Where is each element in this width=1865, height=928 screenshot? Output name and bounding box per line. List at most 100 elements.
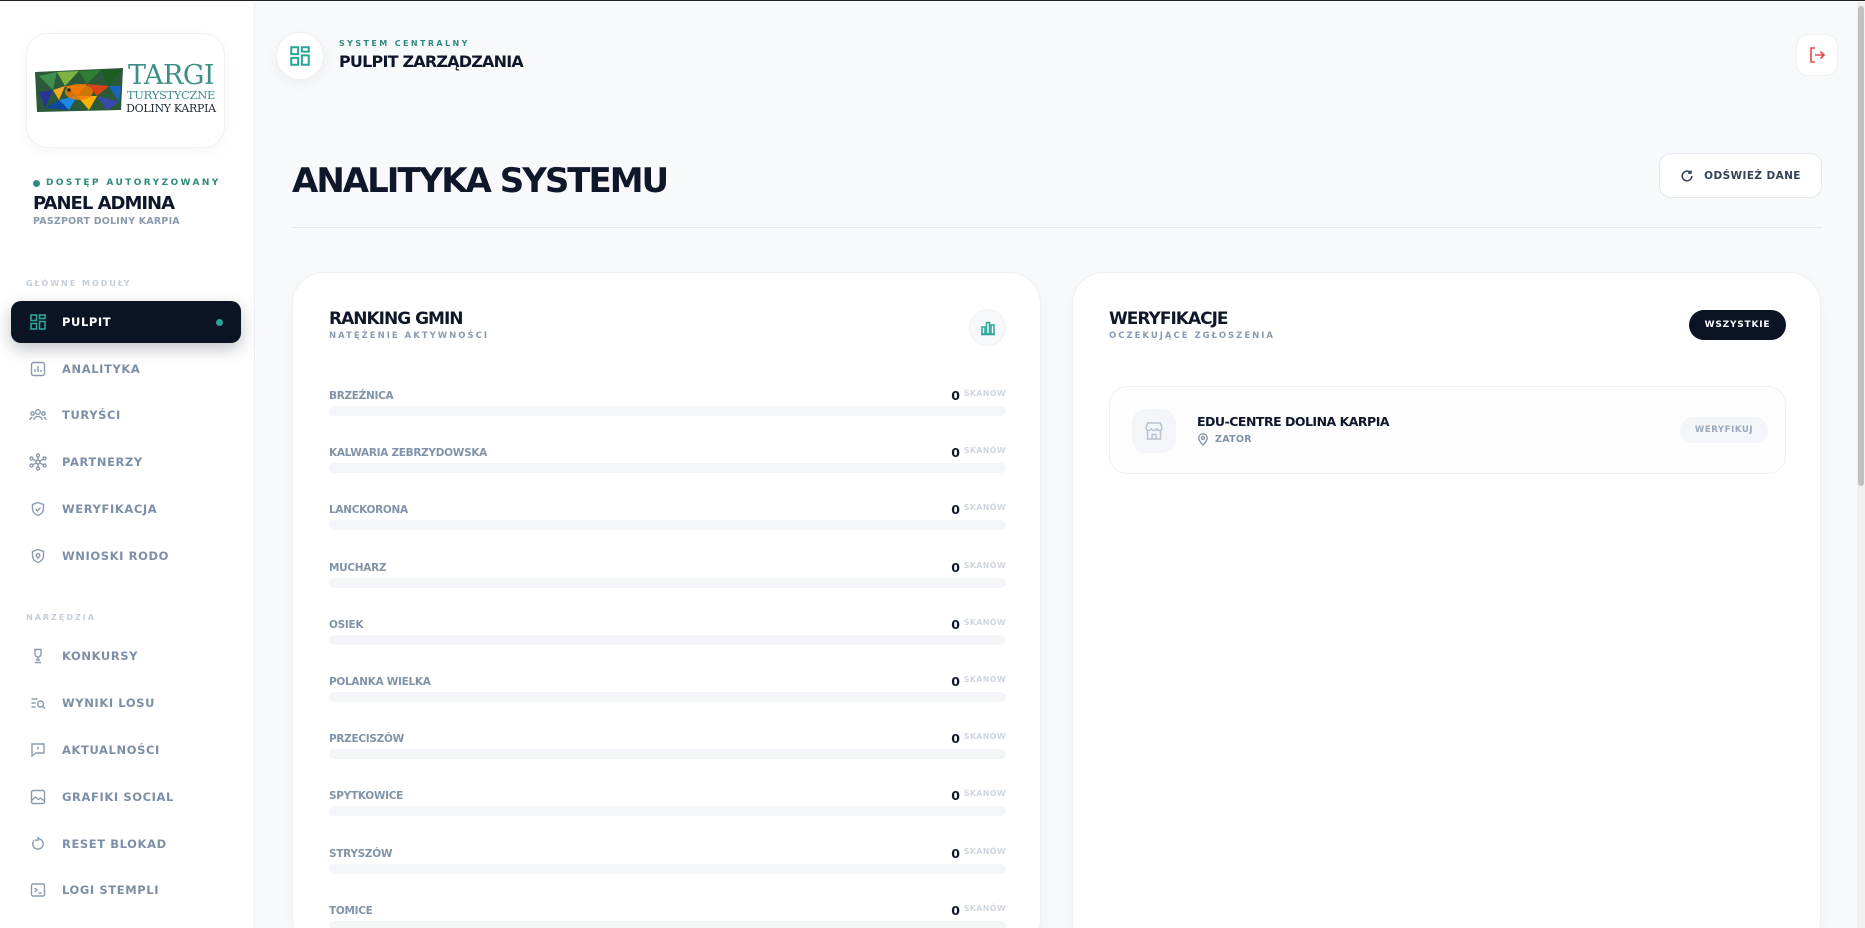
sidebar-item-label: AKTUALNOŚCI — [62, 743, 160, 757]
sidebar-item-label: WNIOSKI RODO — [62, 549, 169, 563]
sidebar-item-turysci[interactable]: TURYŚCI — [11, 394, 241, 436]
ranking-row-bar — [329, 806, 1006, 817]
ranking-row-name: PRZECISZÓW — [329, 733, 404, 746]
section-label-main: GŁÓWNE MODUŁY — [26, 279, 132, 288]
ranking-row-bar — [329, 749, 1006, 760]
sidebar-item-partnerzy[interactable]: PARTNERZY — [11, 441, 241, 483]
auth-status: DOSTĘP AUTORYZOWANY — [33, 178, 221, 188]
ranking-row: MUCHARZ 0 SKANÓW — [329, 560, 1006, 596]
all-verifications-button[interactable]: WSZYSTKIE — [1689, 310, 1786, 340]
page-scrollbar[interactable] — [1857, 2, 1865, 928]
verification-location: ZATOR — [1197, 433, 1252, 446]
ranking-row-name: POLANKA WIELKA — [329, 676, 431, 688]
ranking-subtitle: NATĘŻENIE AKTYWNOŚCI — [329, 331, 490, 341]
sidebar-item-aktualnosci[interactable]: AKTUALNOŚCI — [11, 729, 241, 771]
ranking-row-name: SPYTKOWICE — [329, 790, 403, 803]
header-supertitle: SYSTEM CENTRALNY — [339, 39, 470, 48]
verifications-subtitle: OCZEKUJĄCE ZGŁOSZENIA — [1109, 331, 1275, 341]
sidebar-item-label: PARTNERZY — [62, 455, 143, 469]
logout-button[interactable] — [1796, 34, 1838, 76]
sidebar-item-grafiki-social[interactable]: GRAFIKI SOCIAL — [11, 776, 241, 818]
sidebar-item-label: TURYŚCI — [62, 408, 121, 422]
ranking-row: TOMICE 0 SKANÓW — [329, 903, 1006, 928]
ranking-row-unit: SKANÓW — [963, 560, 1006, 570]
ranking-row-bar — [329, 463, 1006, 474]
verification-item[interactable]: EDU-CENTRE DOLINA KARPIA ZATOR WERYFIKUJ — [1109, 386, 1786, 474]
panel-title: PANEL ADMINA — [33, 193, 175, 214]
ranking-row-value: 0 — [951, 616, 960, 632]
shield-check-icon — [29, 500, 47, 518]
bar-chart-icon — [980, 321, 995, 335]
ranking-row-value: 0 — [951, 502, 960, 518]
ranking-row-value: 0 — [951, 388, 960, 403]
ranking-row-value: 0 — [951, 788, 960, 804]
ranking-row-unit: SKANÓW — [963, 389, 1006, 398]
logo-line-3: DOLINY KARPIA — [126, 101, 216, 115]
logo-line-2: TURYSTYCZNE — [126, 88, 216, 102]
ranking-row-name: TOMICE — [329, 904, 373, 917]
reset-icon — [29, 835, 47, 853]
sidebar-item-weryfikacja[interactable]: WERYFIKACJA — [11, 488, 241, 530]
verification-location-label: ZATOR — [1215, 434, 1252, 445]
image-icon — [29, 788, 47, 806]
sidebar-item-label: GRAFIKI SOCIAL — [62, 790, 174, 804]
ranking-row-bar — [329, 863, 1006, 874]
ranking-row: LANCKORONA 0 SKANÓW — [329, 502, 1006, 538]
active-indicator-icon — [216, 319, 223, 326]
header-title: PULPIT ZARZĄDZANIA — [339, 52, 524, 71]
auth-status-label: DOSTĘP AUTORYZOWANY — [46, 178, 221, 188]
ranking-row-name: KALWARIA ZEBRZYDOWSKA — [329, 447, 487, 460]
sidebar-item-pulpit[interactable]: PULPIT — [11, 301, 241, 343]
sidebar: TARGI TURYSTYCZNE DOLINY KARPIA DOSTĘP A… — [0, 2, 255, 928]
ranking-chart-button[interactable] — [969, 309, 1006, 346]
section-label-tools: NARZĘDZIA — [26, 613, 96, 622]
ranking-row-name: MUCHARZ — [329, 561, 387, 574]
refresh-data-button[interactable]: ODŚWIEŻ DANE — [1659, 153, 1822, 198]
sidebar-item-analityka[interactable]: ANALITYKA — [11, 348, 241, 390]
sidebar-item-label: ANALITYKA — [62, 362, 141, 376]
status-dot-icon — [33, 179, 40, 187]
ranking-row: KALWARIA ZEBRZYDOWSKA 0 SKANÓW — [329, 445, 1006, 481]
ranking-row-unit: SKANÓW — [963, 789, 1006, 799]
trophy-icon — [29, 647, 47, 665]
ranking-row-value: 0 — [951, 445, 960, 461]
mosaic-logo-icon — [35, 68, 123, 112]
logout-icon — [1810, 47, 1826, 63]
chart-icon — [29, 360, 47, 378]
sidebar-item-label: LOGI STEMPLI — [62, 883, 160, 897]
ranking-row: SPYTKOWICE 0 SKANÓW — [329, 788, 1006, 824]
sidebar-item-reset-blokad[interactable]: RESET BLOKAD — [11, 823, 241, 865]
sidebar-item-label: RESET BLOKAD — [62, 837, 167, 851]
sidebar-item-label: WERYFIKACJA — [62, 502, 158, 516]
ranking-row-unit: SKANÓW — [963, 675, 1006, 684]
ranking-row: OSIEK 0 SKANÓW — [329, 616, 1006, 653]
logo-line-1: TARGI — [127, 60, 215, 91]
refresh-icon — [1681, 169, 1693, 182]
refresh-label: ODŚWIEŻ DANE — [1704, 169, 1801, 182]
logo[interactable]: TARGI TURYSTYCZNE DOLINY KARPIA — [26, 33, 225, 148]
sidebar-item-wyniki-losu[interactable]: WYNIKI LOSU — [11, 682, 241, 724]
scrollbar-thumb[interactable] — [1858, 6, 1864, 486]
map-pin-icon — [1198, 433, 1208, 446]
network-icon — [29, 453, 47, 471]
ranking-row-name: STRYSZÓW — [329, 847, 393, 860]
grid-icon — [29, 313, 47, 331]
sidebar-item-logi-stempli[interactable]: LOGI STEMPLI — [11, 869, 241, 911]
ranking-row-bar — [329, 520, 1006, 531]
dashboard-header-icon — [276, 32, 324, 80]
ranking-row: BRZEŹNICA 0 SKANÓW — [329, 388, 1006, 424]
ranking-row: POLANKA WIELKA 0 SKANÓW — [329, 674, 1006, 710]
ranking-row-unit: SKANÓW — [963, 903, 1006, 913]
sidebar-item-konkursy[interactable]: KONKURSY — [11, 635, 241, 677]
ranking-row-bar — [329, 634, 1006, 645]
heading-divider — [292, 227, 1822, 228]
verify-button[interactable]: WERYFIKUJ — [1680, 417, 1768, 443]
ranking-row-unit: SKANÓW — [963, 617, 1006, 627]
ranking-row-unit: SKANÓW — [963, 846, 1006, 856]
ranking-row-value: 0 — [951, 731, 960, 747]
sidebar-item-wnioski-rodo[interactable]: WNIOSKI RODO — [11, 535, 241, 577]
logo-text: TARGI TURYSTYCZNE DOLINY KARPIA — [121, 62, 221, 114]
ranking-row-value: 0 — [951, 674, 960, 689]
ranking-row-unit: SKANÓW — [963, 732, 1006, 742]
terminal-icon — [29, 881, 47, 899]
